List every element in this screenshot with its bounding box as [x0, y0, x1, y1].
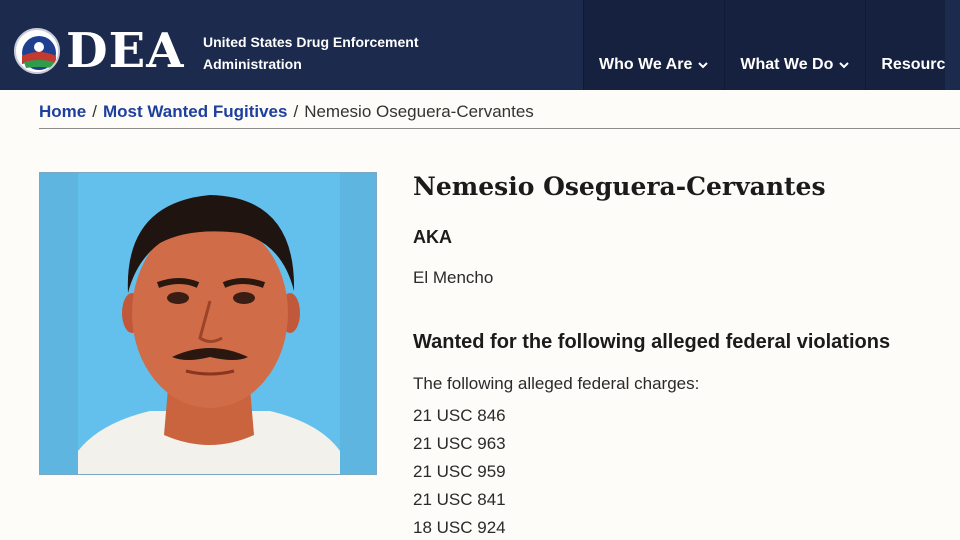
wanted-heading: Wanted for the following alleged federal…	[413, 331, 891, 353]
nav-who-we-are[interactable]: Who We Are	[583, 0, 725, 90]
charge-item: 21 USC 963	[413, 434, 506, 453]
charge-item: 21 USC 959	[413, 462, 506, 481]
charge-item: 21 USC 841	[413, 490, 506, 509]
chevron-down-icon	[698, 56, 709, 74]
breadcrumb-home-link[interactable]: Home	[39, 100, 86, 124]
breadcrumb: Home / Most Wanted Fugitives / Nemesio O…	[39, 100, 534, 124]
logo-text: DEA	[66, 23, 185, 79]
aka-label: AKA	[413, 227, 452, 247]
fugitive-name: Nemesio Oseguera-Cervantes	[413, 172, 826, 201]
fugitive-photo	[39, 172, 377, 475]
dea-logo[interactable]: DEA	[14, 27, 184, 75]
charges-list: 21 USC 846 21 USC 963 21 USC 959 21 USC …	[413, 402, 506, 540]
charge-item: 21 USC 846	[413, 406, 506, 425]
chevron-down-icon	[839, 56, 850, 74]
nav-resources[interactable]: Resourc	[865, 0, 946, 90]
nav-label: Resourc	[881, 56, 946, 73]
divider	[39, 128, 960, 129]
site-header: DEA United States Drug Enforcement Admin…	[0, 0, 960, 90]
nav-what-we-do[interactable]: What We Do	[724, 0, 866, 90]
breadcrumb-separator: /	[293, 102, 299, 121]
main-nav: Who We Are What We Do Resourc	[583, 0, 946, 90]
nav-label: Who We Are	[599, 56, 693, 73]
agency-name-line2: Administration	[203, 56, 302, 72]
charge-item: 18 USC 924	[413, 518, 506, 537]
aka-value: El Mencho	[413, 268, 494, 287]
nav-label: What We Do	[740, 56, 834, 73]
breadcrumb-current: Nemesio Oseguera-Cervantes	[304, 102, 534, 121]
agency-name: United States Drug Enforcement Administr…	[203, 31, 443, 75]
breadcrumb-most-wanted-link[interactable]: Most Wanted Fugitives	[103, 100, 288, 124]
charges-intro: The following alleged federal charges:	[413, 374, 700, 393]
breadcrumb-separator: /	[92, 102, 97, 121]
agency-name-line1: United States Drug Enforcement	[203, 34, 419, 50]
dea-seal-icon	[14, 28, 60, 74]
